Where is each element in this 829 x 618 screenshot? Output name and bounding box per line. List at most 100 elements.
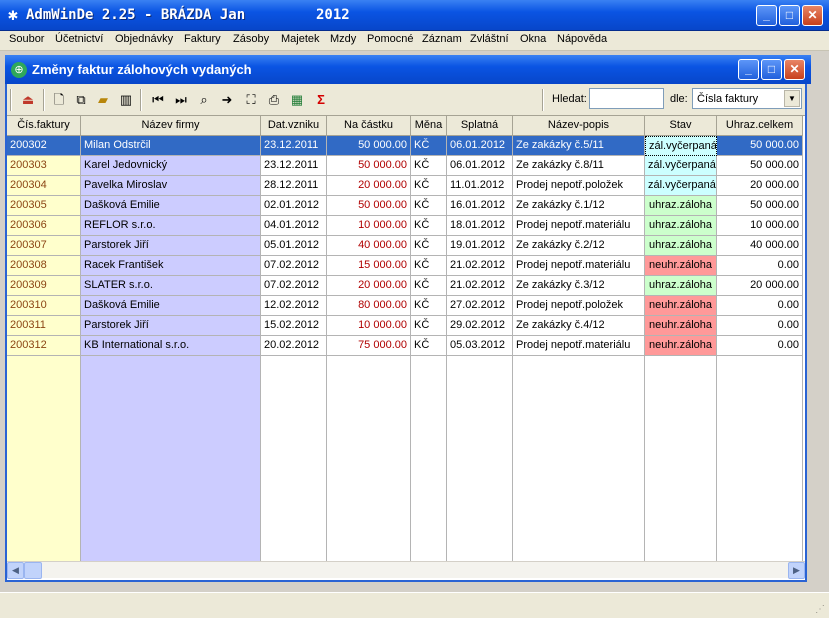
cell-description[interactable]: Prodej nepotř.materiálu: [513, 216, 645, 236]
goto-icon[interactable]: ➜: [219, 92, 235, 108]
cell-state[interactable]: neuhr.záloha: [645, 296, 717, 316]
cell-currency[interactable]: KČ: [411, 276, 447, 296]
cell-currency[interactable]: KČ: [411, 296, 447, 316]
cell-firm[interactable]: REFLOR s.r.o.: [81, 216, 261, 236]
cell-due[interactable]: 05.03.2012: [447, 336, 513, 356]
first-record-icon[interactable]: ⏮: [150, 92, 166, 108]
cell-paid-total[interactable]: 0.00: [717, 316, 803, 336]
cell-created[interactable]: 23.12.2011: [261, 156, 327, 176]
col-header-firm[interactable]: Název firmy: [81, 116, 261, 136]
cell-due[interactable]: 19.01.2012: [447, 236, 513, 256]
cell-amount[interactable]: 50 000.00: [327, 156, 411, 176]
cell-description[interactable]: Prodej nepotř.materiálu: [513, 336, 645, 356]
sum-icon[interactable]: Σ: [313, 92, 329, 108]
cell-amount[interactable]: 20 000.00: [327, 176, 411, 196]
menu-zasoby[interactable]: Zásoby: [233, 33, 269, 45]
scrollbar-thumb[interactable]: [24, 562, 42, 579]
cell-firm[interactable]: Parstorek Jiří: [81, 236, 261, 256]
col-header-amount[interactable]: Na částku: [327, 116, 411, 136]
chevron-down-icon[interactable]: ▼: [784, 90, 800, 107]
menu-ucetnictvi[interactable]: Účetnictví: [55, 33, 103, 45]
menu-majetek[interactable]: Majetek: [281, 33, 320, 45]
cell-firm[interactable]: Karel Jedovnický: [81, 156, 261, 176]
cell-paid-total[interactable]: 0.00: [717, 296, 803, 316]
cell-currency[interactable]: KČ: [411, 316, 447, 336]
cell-amount[interactable]: 75 000.00: [327, 336, 411, 356]
cell-description[interactable]: Ze zakázky č.2/12: [513, 236, 645, 256]
cell-description[interactable]: Ze zakázky č.5/11: [513, 136, 645, 156]
cell-description[interactable]: Prodej nepotř.položek: [513, 176, 645, 196]
cell-due[interactable]: 16.01.2012: [447, 196, 513, 216]
cell-amount[interactable]: 80 000.00: [327, 296, 411, 316]
cell-amount[interactable]: 50 000.00: [327, 136, 411, 156]
cell-invoice-no[interactable]: 200311: [7, 316, 81, 336]
cell-invoice-no[interactable]: 200310: [7, 296, 81, 316]
menu-zvlastni[interactable]: Zvláštní: [470, 33, 509, 45]
cell-currency[interactable]: KČ: [411, 256, 447, 276]
cell-firm[interactable]: Dašková Emilie: [81, 196, 261, 216]
minimize-button[interactable]: _: [756, 5, 777, 26]
last-record-icon[interactable]: ⏭: [173, 92, 189, 108]
copy-icon[interactable]: ⧉: [73, 92, 89, 108]
cell-created[interactable]: 07.02.2012: [261, 256, 327, 276]
cell-state[interactable]: uhraz.záloha: [645, 276, 717, 296]
cell-description[interactable]: Prodej nepotř.položek: [513, 296, 645, 316]
col-header-paid-total[interactable]: Uhraz.celkem: [717, 116, 803, 136]
child-minimize-button[interactable]: _: [738, 59, 759, 80]
cell-invoice-no[interactable]: 200306: [7, 216, 81, 236]
cell-firm[interactable]: Pavelka Miroslav: [81, 176, 261, 196]
cell-created[interactable]: 05.01.2012: [261, 236, 327, 256]
cell-firm[interactable]: Dašková Emilie: [81, 296, 261, 316]
col-header-description[interactable]: Název-popis: [513, 116, 645, 136]
search-icon[interactable]: ⌕: [196, 92, 212, 108]
cell-created[interactable]: 15.02.2012: [261, 316, 327, 336]
cell-invoice-no[interactable]: 200309: [7, 276, 81, 296]
cell-paid-total[interactable]: 10 000.00: [717, 216, 803, 236]
menu-napoveda[interactable]: Nápověda: [557, 33, 607, 45]
cell-description[interactable]: Ze zakázky č.4/12: [513, 316, 645, 336]
cell-paid-total[interactable]: 20 000.00: [717, 276, 803, 296]
cell-amount[interactable]: 10 000.00: [327, 316, 411, 336]
menu-objednavky[interactable]: Objednávky: [115, 33, 173, 45]
cell-firm[interactable]: KB International s.r.o.: [81, 336, 261, 356]
new-document-icon[interactable]: 🗋: [51, 92, 67, 108]
search-by-select[interactable]: Čísla faktury ▼: [692, 88, 802, 109]
close-button[interactable]: ✕: [802, 5, 823, 26]
col-header-state[interactable]: Stav: [645, 116, 717, 136]
cell-currency[interactable]: KČ: [411, 216, 447, 236]
cell-amount[interactable]: 50 000.00: [327, 196, 411, 216]
scroll-left-icon[interactable]: ◀: [7, 562, 24, 579]
resize-grip-icon[interactable]: ⋰: [815, 604, 827, 616]
cell-paid-total[interactable]: 0.00: [717, 256, 803, 276]
export-excel-icon[interactable]: ▦: [289, 92, 305, 108]
cell-firm[interactable]: SLATER s.r.o.: [81, 276, 261, 296]
cell-created[interactable]: 12.02.2012: [261, 296, 327, 316]
cell-state[interactable]: uhraz.záloha: [645, 236, 717, 256]
cell-due[interactable]: 27.02.2012: [447, 296, 513, 316]
cell-created[interactable]: 23.12.2011: [261, 136, 327, 156]
cell-created[interactable]: 02.01.2012: [261, 196, 327, 216]
cell-amount[interactable]: 15 000.00: [327, 256, 411, 276]
paw-icon[interactable]: ✱: [5, 8, 21, 24]
cell-due[interactable]: 06.01.2012: [447, 136, 513, 156]
cell-invoice-no[interactable]: 200312: [7, 336, 81, 356]
cell-amount[interactable]: 20 000.00: [327, 276, 411, 296]
globe-icon[interactable]: ⊕: [11, 62, 27, 78]
cell-due[interactable]: 29.02.2012: [447, 316, 513, 336]
horizontal-scrollbar[interactable]: ◀ ▶: [7, 561, 805, 579]
cell-created[interactable]: 07.02.2012: [261, 276, 327, 296]
cell-state[interactable]: zál.vyčerpaná: [645, 156, 717, 176]
cell-created[interactable]: 20.02.2012: [261, 336, 327, 356]
menu-soubor[interactable]: Soubor: [9, 33, 44, 45]
col-header-currency[interactable]: Měna: [411, 116, 447, 136]
col-header-created[interactable]: Dat.vzniku: [261, 116, 327, 136]
scroll-right-icon[interactable]: ▶: [788, 562, 805, 579]
cell-firm[interactable]: Parstorek Jiří: [81, 316, 261, 336]
cell-currency[interactable]: KČ: [411, 336, 447, 356]
cell-amount[interactable]: 10 000.00: [327, 216, 411, 236]
cell-description[interactable]: Prodej nepotř.materiálu: [513, 256, 645, 276]
cell-description[interactable]: Ze zakázky č.8/11: [513, 156, 645, 176]
cell-state[interactable]: neuhr.záloha: [645, 256, 717, 276]
cell-paid-total[interactable]: 20 000.00: [717, 176, 803, 196]
open-folder-icon[interactable]: ▰: [95, 92, 111, 108]
